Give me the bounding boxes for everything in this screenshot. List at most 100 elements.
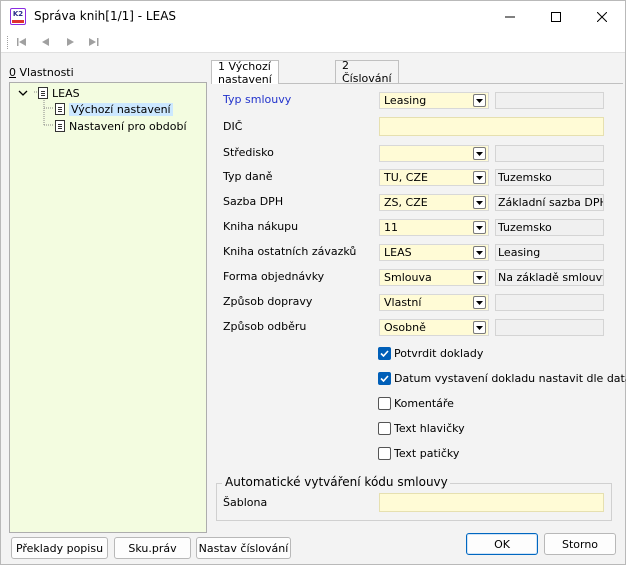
minimize-button[interactable] (487, 1, 533, 32)
tree-item-nastaveni-pro-obdobi[interactable]: Nastavení pro období (55, 118, 187, 134)
typ-smlouvy-select[interactable]: Leasing (379, 92, 489, 109)
dropdown-arrow-icon[interactable] (473, 296, 486, 309)
preklady-popisu-button[interactable]: Překlady popisu (11, 537, 108, 559)
document-icon (55, 103, 65, 115)
toolbar-grip (7, 36, 8, 49)
checkbox-label: Komentáře (394, 396, 454, 410)
select-value: Leasing (384, 94, 427, 107)
zpusob-dopravy-label: Způsob dopravy (223, 295, 313, 308)
kniha-nakupu-select[interactable]: 11 (379, 219, 489, 236)
next-record-button[interactable] (63, 36, 77, 48)
document-icon (55, 120, 65, 132)
kniha-nakupu-label: Kniha nákupu (223, 220, 299, 233)
select-value: TU, CZE (384, 171, 428, 184)
stredisko-label: Středisko (223, 146, 274, 159)
dropdown-arrow-icon[interactable] (473, 147, 486, 160)
tree-item-vychozi-nastaveni[interactable]: Výchozí nastavení (55, 101, 173, 117)
sazba-dph-select[interactable]: ZS, CZE (379, 194, 489, 211)
komentare-checkbox[interactable]: Komentáře (378, 395, 454, 411)
sablona-input[interactable] (379, 493, 604, 512)
dropdown-arrow-icon[interactable] (473, 196, 486, 209)
select-value: Vlastní (384, 296, 422, 309)
next-record-icon (67, 38, 74, 46)
select-value: ZS, CZE (384, 196, 428, 209)
kniha-ostatnich-zavazku-select[interactable]: LEAS (379, 244, 489, 261)
text-hlavicky-checkbox[interactable]: Text hlavičky (378, 420, 465, 436)
close-icon (597, 11, 607, 22)
sazba-dph-label: Sazba DPH (223, 195, 284, 208)
first-record-button[interactable] (15, 36, 29, 48)
dialog-window: K2 Správa knih[1/1] - LEAS 0 Vlastnosti (0, 0, 626, 565)
potvrdit-doklady-checkbox[interactable]: Potvrdit doklady (378, 345, 483, 361)
last-record-icon (89, 38, 99, 46)
typ-smlouvy-description (495, 92, 604, 109)
select-value: 11 (384, 221, 398, 234)
kniha-nakupu-description: Tuzemsko (495, 219, 604, 236)
first-record-icon (17, 38, 26, 46)
properties-tree[interactable]: LEAS Výchozí nastavení Nastavení pro obd… (9, 82, 207, 533)
close-button[interactable] (579, 1, 625, 32)
sazba-dph-description: Základní sazba DPH (495, 194, 604, 211)
tree-item-label: Nastavení pro období (69, 119, 187, 133)
group-border-top (216, 483, 222, 484)
dropdown-arrow-icon[interactable] (473, 221, 486, 234)
tab-vychozi-nastaveni[interactable]: 1 Výchozí nastavení (211, 60, 279, 86)
dic-input[interactable] (379, 117, 604, 136)
checkbox-label: Datum vystavení dokladu nastavit dle dat… (394, 371, 626, 385)
zpusob-odberu-description (495, 319, 604, 336)
record-navigation-toolbar (1, 32, 625, 53)
dropdown-arrow-icon[interactable] (473, 321, 486, 334)
previous-record-icon (42, 38, 49, 46)
group-border-top (433, 483, 612, 484)
dropdown-arrow-icon[interactable] (473, 171, 486, 184)
group-title: Automatické vytváření kódu smlouvy (223, 475, 450, 489)
tree-item-leas[interactable]: LEAS (18, 85, 80, 101)
maximize-button[interactable] (533, 1, 579, 32)
window-title: Správa knih[1/1] - LEAS (34, 9, 177, 23)
typ-smlouvy-label: Typ smlouvy (223, 93, 292, 106)
checkbox-label: Text patičky (394, 446, 460, 460)
typ-dane-select[interactable]: TU, CZE (379, 169, 489, 186)
checkbox-label: Text hlavičky (394, 421, 465, 435)
checkbox-unchecked-icon[interactable] (378, 446, 391, 460)
document-icon (38, 87, 48, 99)
checkbox-unchecked-icon[interactable] (378, 396, 391, 410)
kniha-ostatnich-zavazku-label: Kniha ostatních závazků (223, 245, 357, 258)
dropdown-arrow-icon[interactable] (473, 271, 486, 284)
checkbox-label: Potvrdit doklady (394, 346, 484, 360)
forma-objednavky-description: Na základě smlouvy (495, 269, 604, 286)
stredisko-select[interactable] (379, 145, 489, 162)
sku-prav-button[interactable]: Sku.práv (114, 537, 191, 559)
tree-item-label: Výchozí nastavení (69, 102, 173, 116)
select-value: LEAS (384, 246, 412, 259)
properties-label: 0 Vlastnosti (9, 66, 74, 79)
dropdown-arrow-icon[interactable] (473, 246, 486, 259)
checkbox-checked-icon[interactable] (378, 371, 391, 385)
text-paticky-checkbox[interactable]: Text patičky (378, 445, 459, 461)
chevron-down-icon[interactable] (18, 89, 28, 97)
tab-cislovani[interactable]: 2 Číslování (335, 59, 399, 85)
datum-vystaveni-checkbox[interactable]: Datum vystavení dokladu nastavit dle dat… (378, 370, 626, 386)
last-record-button[interactable] (87, 36, 101, 48)
forma-objednavky-select[interactable]: Smlouva (379, 269, 489, 286)
zpusob-dopravy-description (495, 294, 604, 311)
forma-objednavky-label: Forma objednávky (223, 270, 325, 283)
typ-dane-description: Tuzemsko (495, 169, 604, 186)
select-value: Smlouva (384, 271, 432, 284)
storno-button[interactable]: Storno (544, 533, 616, 555)
zpusob-odberu-label: Způsob odběru (223, 320, 307, 333)
checkbox-checked-icon[interactable] (378, 346, 391, 360)
previous-record-button[interactable] (39, 36, 53, 48)
dropdown-arrow-icon[interactable] (473, 94, 486, 107)
sablona-label: Šablona (223, 496, 268, 509)
zpusob-dopravy-select[interactable]: Vlastní (379, 294, 489, 311)
select-value: Osobně (384, 321, 426, 334)
nastav-cislovani-button[interactable]: Nastav číslování (196, 537, 291, 559)
minimize-icon (505, 16, 515, 17)
ok-button[interactable]: OK (466, 533, 538, 555)
checkbox-unchecked-icon[interactable] (378, 421, 391, 435)
zpusob-odberu-select[interactable]: Osobně (379, 319, 489, 336)
title-bar: K2 Správa knih[1/1] - LEAS (1, 1, 625, 32)
stredisko-description (495, 145, 604, 162)
maximize-icon (551, 11, 561, 22)
